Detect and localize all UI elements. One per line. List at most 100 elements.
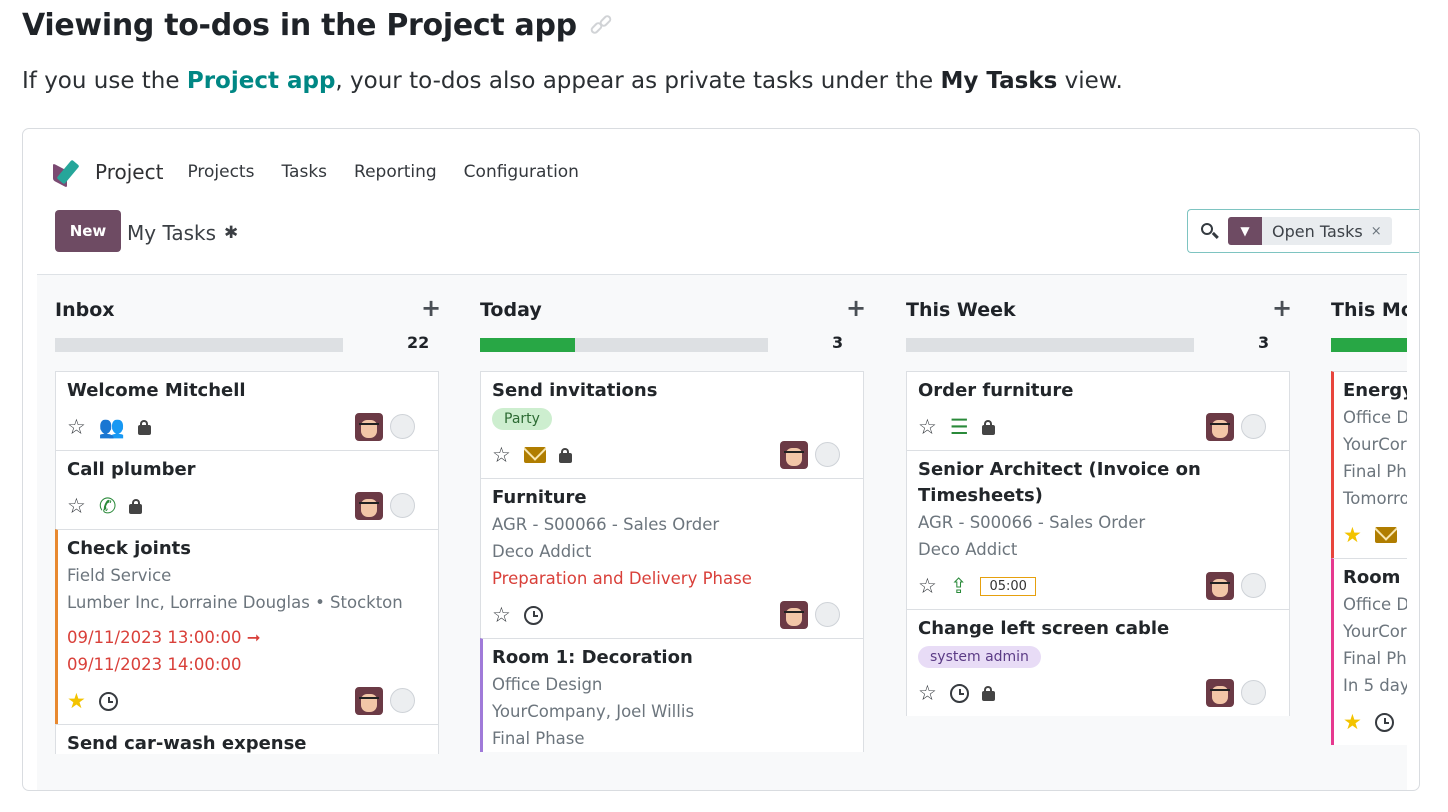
task-title[interactable]: Welcome Mitchell [67, 378, 427, 404]
envelope-icon [1374, 527, 1397, 543]
card-list: Order furniture ☆ ☰ Senior Architect (Invoi… [906, 371, 1290, 716]
task-title[interactable]: Send car-wash expense [67, 731, 427, 757]
task-title[interactable]: Energy [1343, 378, 1407, 404]
task-card[interactable]: Energy Office D YourCor Final Ph Tomorro ★ [1331, 371, 1407, 558]
avatar[interactable] [355, 413, 383, 441]
card-footer: ☆ 👥 [67, 404, 427, 450]
star-outline-icon[interactable]: ☆ [492, 444, 511, 466]
task-card[interactable]: Call plumber ☆ ✆ [55, 450, 439, 529]
star-filled-icon[interactable]: ★ [1343, 711, 1362, 733]
task-title[interactable]: Change left screen cable [918, 616, 1278, 642]
task-card[interactable]: Change left screen cable system admin ☆ [906, 609, 1290, 716]
task-title[interactable]: Furniture [492, 485, 852, 511]
gear-icon[interactable]: ✱ [224, 223, 238, 243]
app-name[interactable]: Project [95, 160, 163, 184]
card-footer: ☆ ☰ [918, 404, 1278, 450]
lock-icon [137, 419, 151, 435]
search-bar[interactable]: ▼ Open Tasks × [1187, 209, 1419, 253]
status-circle[interactable] [1241, 573, 1266, 598]
avatar[interactable] [780, 601, 808, 629]
menu-reporting[interactable]: Reporting [354, 162, 437, 182]
task-card[interactable]: Send car-wash expense [55, 724, 439, 754]
status-circle[interactable] [815, 602, 840, 627]
status-circle[interactable] [390, 414, 415, 439]
progress-bar[interactable] [1331, 338, 1407, 352]
progress-segment[interactable] [1331, 338, 1407, 352]
lock-icon [981, 685, 995, 701]
task-title[interactable]: Order furniture [918, 378, 1278, 404]
avatar[interactable] [1206, 572, 1234, 600]
column-title[interactable]: Inbox [55, 299, 115, 321]
menu-projects[interactable]: Projects [187, 162, 254, 182]
add-icon[interactable]: + [1272, 294, 1292, 322]
progress-bar[interactable] [55, 338, 343, 352]
avatar[interactable] [355, 492, 383, 520]
task-card[interactable]: Room 1: Decoration Office Design YourCompa… [480, 638, 864, 752]
task-card[interactable]: Senior Architect (Invoice on Timesheets)… [906, 450, 1290, 609]
progress-bar[interactable] [480, 338, 768, 352]
task-tag: Party [492, 408, 552, 430]
column-count: 22 [407, 333, 430, 352]
task-subtitle: Deco Addict [918, 540, 1018, 559]
add-icon[interactable]: + [846, 294, 866, 322]
column-title[interactable]: This Month [1331, 299, 1407, 321]
column-title[interactable]: This Week [906, 299, 1016, 321]
task-subtitle: In 5 days [1343, 676, 1407, 695]
avatar[interactable] [355, 687, 383, 715]
star-outline-icon[interactable]: ☆ [67, 416, 86, 438]
task-title[interactable]: Room 2 [1343, 565, 1407, 591]
progress-bar[interactable] [906, 338, 1194, 352]
task-card[interactable]: Welcome Mitchell ☆ 👥 [55, 371, 439, 450]
avatar[interactable] [780, 441, 808, 469]
column-count: 3 [832, 333, 844, 352]
new-button[interactable]: New [55, 210, 121, 252]
task-title[interactable]: Call plumber [67, 457, 427, 483]
star-outline-icon[interactable]: ☆ [918, 575, 937, 597]
star-outline-icon[interactable]: ☆ [918, 416, 937, 438]
users-icon: 👥 [98, 414, 125, 439]
task-card[interactable]: Order furniture ☆ ☰ [906, 371, 1290, 450]
status-circle[interactable] [815, 442, 840, 467]
card-footer: ★ [1343, 512, 1407, 558]
task-card[interactable]: Room 2 Office D YourCor Final Ph In 5 days ★ [1331, 558, 1407, 745]
project-logo-icon[interactable] [53, 158, 85, 188]
task-stage: Preparation and Delivery Phase [492, 569, 752, 588]
task-card[interactable]: Send invitations Party ☆ [480, 371, 864, 478]
task-card[interactable]: Furniture AGR - S00066 - Sales Order Deco … [480, 478, 864, 638]
lock-icon [981, 419, 995, 435]
avatar[interactable] [1206, 413, 1234, 441]
clock-icon[interactable] [523, 605, 543, 625]
task-title[interactable]: Check joints [67, 536, 427, 562]
star-filled-icon[interactable]: ★ [1343, 524, 1362, 546]
progress-segment[interactable] [480, 338, 576, 352]
status-circle[interactable] [390, 493, 415, 518]
clock-icon[interactable] [949, 683, 969, 703]
status-circle[interactable] [1241, 680, 1266, 705]
status-circle[interactable] [390, 688, 415, 713]
task-title[interactable]: Room 1: Decoration [492, 645, 852, 671]
task-title[interactable]: Send invitations [492, 378, 852, 404]
column-title[interactable]: Today [480, 299, 542, 321]
star-outline-icon[interactable]: ☆ [67, 495, 86, 517]
search-icon[interactable] [1200, 222, 1219, 240]
menu-configuration[interactable]: Configuration [464, 162, 579, 182]
tag-list: system admin [918, 646, 1278, 670]
task-title[interactable]: Senior Architect (Invoice on Timesheets) [918, 457, 1278, 509]
menu-tasks[interactable]: Tasks [281, 162, 327, 182]
permalink-icon[interactable] [588, 13, 615, 35]
facet-remove-icon[interactable]: × [1371, 224, 1392, 239]
star-filled-icon[interactable]: ★ [67, 690, 86, 712]
avatar[interactable] [1206, 679, 1234, 707]
star-outline-icon[interactable]: ☆ [918, 682, 937, 704]
kanban-column: Inbox +22 Welcome Mitchell ☆ 👥 Call plumber ☆ ✆… [37, 275, 441, 790]
task-subtitle: YourCor [1343, 622, 1407, 641]
lock-icon [129, 498, 143, 514]
clock-icon[interactable] [1374, 712, 1394, 732]
task-card[interactable]: Check joints Field Service Lumber Inc, Lor… [55, 529, 439, 724]
add-icon[interactable]: + [421, 294, 441, 322]
timer-badge[interactable]: 05:00 [980, 576, 1036, 596]
project-app-link[interactable]: Project app [187, 68, 336, 94]
clock-icon[interactable] [98, 691, 118, 711]
status-circle[interactable] [1241, 414, 1266, 439]
star-outline-icon[interactable]: ☆ [492, 604, 511, 626]
